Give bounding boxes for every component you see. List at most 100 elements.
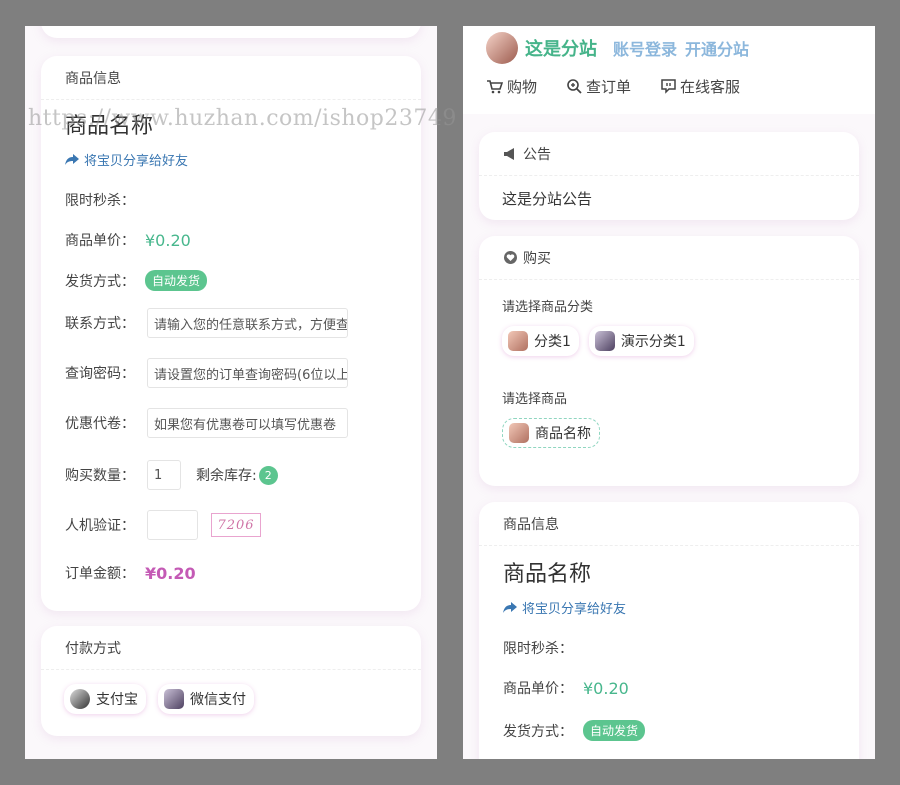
product-title-row: 商品名称 <box>65 108 153 140</box>
product-title: 商品名称 <box>65 114 154 139</box>
category-label-1: 分类1 <box>534 334 571 350</box>
chat-icon <box>661 79 676 94</box>
query-password-input[interactable]: 请设置您的订单查询密码(6位以上) <box>147 358 348 388</box>
captcha-image[interactable]: 7206 <box>211 513 261 537</box>
right-flash-sale-label: 限时秒杀： <box>503 641 573 657</box>
megaphone-icon <box>503 147 517 161</box>
order-amount-value: ¥0.20 <box>145 563 196 583</box>
coupon-label: 优惠代卷： <box>65 416 135 432</box>
stock-label: 剩余库存: <box>196 468 257 484</box>
buy-header: 购买 <box>479 236 859 280</box>
nav-support-label: 在线客服 <box>680 78 741 96</box>
share-text: 将宝贝分享给好友 <box>84 154 189 169</box>
captcha-label: 人机验证： <box>65 518 135 534</box>
unit-price-value: ¥0.20 <box>145 230 191 250</box>
nav-shop[interactable]: 购物 <box>487 76 537 97</box>
contact-input[interactable]: 请输入您的任意联系方式，方便查询订单 <box>147 308 348 338</box>
share-link[interactable]: 将宝贝分享给好友 <box>65 150 188 169</box>
query-password-row: 查询密码： 请设置您的订单查询密码(6位以上) <box>65 358 348 388</box>
payment-wechat-label: 微信支付 <box>190 692 246 708</box>
flash-sale-label: 限时秒杀： <box>65 193 135 209</box>
right-product-info-header: 商品信息 <box>479 502 859 546</box>
notice-header-label: 公告 <box>523 146 551 163</box>
category-chip-1[interactable]: 分类1 <box>502 326 579 356</box>
notice-header: 公告 <box>479 132 859 176</box>
stock-badge: 2 <box>258 465 278 485</box>
product-list: 商品名称 <box>502 418 600 448</box>
quantity-label: 购买数量： <box>65 468 135 484</box>
share-icon <box>503 601 517 613</box>
unit-price-row: 商品单价： ¥0.20 <box>65 230 191 250</box>
unit-price-label: 商品单价： <box>65 233 135 249</box>
wechat-avatar-icon <box>164 689 184 709</box>
choose-product-label: 请选择商品 <box>502 392 568 407</box>
site-avatar <box>486 32 518 64</box>
captcha-row: 人机验证： 7206 <box>65 510 261 540</box>
delivery-badge: 自动发货 <box>145 270 208 291</box>
product-avatar-icon <box>509 423 529 443</box>
quantity-input[interactable]: 1 <box>147 460 181 490</box>
site-title: 这是分站 <box>525 39 597 60</box>
category-label-2: 演示分类1 <box>620 334 686 350</box>
category-chip-2[interactable]: 演示分类1 <box>588 326 694 356</box>
share-icon <box>65 153 79 165</box>
right-product-info-card: 商品信息 商品名称 将宝贝分享给好友 限时秒杀： 商品单价： ¥0.20 发货方… <box>479 502 859 759</box>
right-flash-sale-row: 限时秒杀： <box>503 638 573 658</box>
notice-text: 这是分站公告 <box>502 190 593 208</box>
quantity-row: 购买数量： 1 剩余库存: 2 <box>65 460 278 490</box>
right-share-text: 将宝贝分享给好友 <box>522 602 627 617</box>
right-product-title: 商品名称 <box>503 562 592 587</box>
coupon-input[interactable]: 如果您有优惠卷可以填写优惠卷 <box>147 408 348 438</box>
nav-orders-label: 查订单 <box>586 78 632 96</box>
right-share-row[interactable]: 将宝贝分享给好友 <box>503 598 626 617</box>
search-plus-icon <box>567 79 582 94</box>
contact-row: 联系方式： 请输入您的任意联系方式，方便查询订单 <box>65 308 348 338</box>
buy-card: 购买 请选择商品分类 分类1 演示分类1 请选择商品 商品名称 <box>479 236 859 486</box>
payment-header: 付款方式 <box>41 626 421 670</box>
product-label-1: 商品名称 <box>535 426 591 442</box>
contact-label: 联系方式： <box>65 316 135 332</box>
product-info-header: 商品信息 <box>41 56 421 100</box>
order-amount-label: 订单金额： <box>65 566 135 582</box>
buy-header-label: 购买 <box>523 250 551 267</box>
nav-orders[interactable]: 查订单 <box>567 76 631 97</box>
flash-sale-row: 限时秒杀： <box>65 190 135 210</box>
right-delivery-label: 发货方式： <box>503 723 573 740</box>
right-unit-price-value: ¥0.20 <box>583 678 629 698</box>
order-amount-row: 订单金额： ¥0.20 <box>65 563 196 583</box>
cart-icon <box>487 79 503 93</box>
payment-card: 付款方式 支付宝 微信支付 <box>41 626 421 736</box>
right-delivery-row: 发货方式： 自动发货 <box>503 720 646 741</box>
payment-alipay-label: 支付宝 <box>96 692 138 708</box>
product-info-card: 商品信息 商品名称 将宝贝分享给好友 限时秒杀： 商品单价： ¥0.20 发货方… <box>41 56 421 611</box>
share-row[interactable]: 将宝贝分享给好友 <box>65 150 188 169</box>
nav-support[interactable]: 在线客服 <box>661 76 740 97</box>
right-screen: 这是分站 账号登录 开通分站 购物 查订单 在线客服 公告 这是分站公告 购买 … <box>463 26 875 759</box>
open-substation-link[interactable]: 开通分站 <box>685 36 749 60</box>
coupon-row: 优惠代卷： 如果您有优惠卷可以填写优惠卷 <box>65 408 348 438</box>
captcha-input[interactable] <box>147 510 198 540</box>
right-delivery-badge: 自动发货 <box>583 720 646 741</box>
right-unit-price-row: 商品单价： ¥0.20 <box>503 678 629 698</box>
category-list: 分类1 演示分类1 <box>502 326 694 356</box>
payment-wechat[interactable]: 微信支付 <box>158 684 254 714</box>
right-product-title-row: 商品名称 <box>503 556 591 588</box>
login-link[interactable]: 账号登录 <box>613 36 677 60</box>
delivery-label: 发货方式： <box>65 273 135 290</box>
heart-circle-icon <box>503 251 517 265</box>
product-chip-1[interactable]: 商品名称 <box>502 418 600 448</box>
choose-category-label: 请选择商品分类 <box>502 300 594 315</box>
right-share-link[interactable]: 将宝贝分享给好友 <box>503 598 626 617</box>
category-avatar-icon <box>508 331 528 351</box>
right-unit-price-label: 商品单价： <box>503 681 573 697</box>
delivery-row: 发货方式： 自动发货 <box>65 270 208 291</box>
site-header: 这是分站 账号登录 开通分站 购物 查订单 在线客服 <box>463 26 875 114</box>
nav-shop-label: 购物 <box>507 78 538 96</box>
top-card-edge <box>41 26 421 38</box>
payment-alipay[interactable]: 支付宝 <box>64 684 146 714</box>
notice-card: 公告 这是分站公告 <box>479 132 859 220</box>
alipay-avatar-icon <box>70 689 90 709</box>
left-screen: 商品信息 商品名称 将宝贝分享给好友 限时秒杀： 商品单价： ¥0.20 发货方… <box>25 26 437 759</box>
category-avatar-icon <box>594 331 615 351</box>
query-password-label: 查询密码： <box>65 366 135 382</box>
